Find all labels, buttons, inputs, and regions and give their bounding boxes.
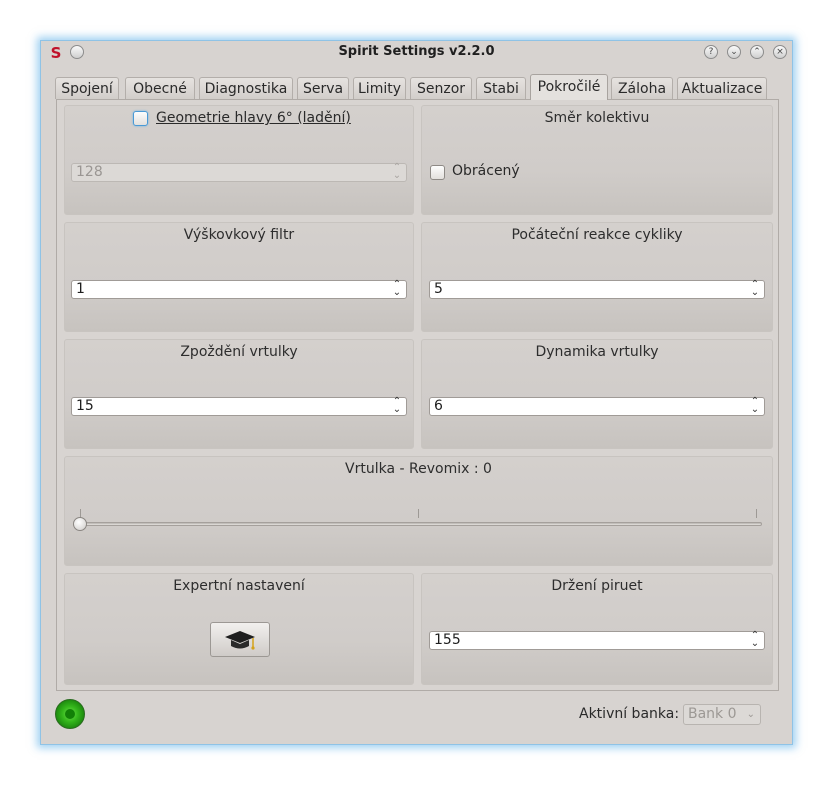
- rudder-delay-spinbox[interactable]: 15 ⌃ ⌄: [71, 397, 407, 416]
- spin-arrows-icon[interactable]: ⌃ ⌄: [392, 397, 402, 415]
- height-filter-title: Výškovkový filtr: [183, 227, 295, 243]
- help-button[interactable]: ?: [704, 45, 718, 59]
- head-geometry-spinbox: 128 ⌃ ⌄: [71, 163, 407, 182]
- spin-arrows-icon[interactable]: ⌃ ⌄: [750, 397, 760, 415]
- collective-reversed-label[interactable]: Obrácený: [452, 163, 520, 179]
- group-pirouette: Držení piruet 155 ⌃ ⌄: [421, 573, 773, 685]
- rudder-dynamics-value: 6: [434, 398, 443, 414]
- window-title: Spirit Settings v2.2.0: [338, 44, 495, 59]
- group-height-filter: Výškovkový filtr 1 ⌃ ⌄: [64, 222, 414, 332]
- minimize-button[interactable]: ⌄: [727, 45, 741, 59]
- group-revomix: Vrtulka - Revomix : 0: [64, 456, 773, 566]
- group-rudder-delay: Zpoždění vrtulky 15 ⌃ ⌄: [64, 339, 414, 449]
- tab-stabi[interactable]: Stabi: [476, 77, 526, 99]
- rudder-dynamics-spinbox[interactable]: 6 ⌃ ⌄: [429, 397, 765, 416]
- cyclic-reaction-title: Počáteční reakce cykliky: [511, 227, 683, 243]
- tab-pokrocile[interactable]: Pokročilé: [530, 74, 608, 100]
- slider-tick: [418, 509, 419, 518]
- cyclic-reaction-value: 5: [434, 281, 443, 297]
- head-geometry-label[interactable]: Geometrie hlavy 6° (ladění): [156, 110, 351, 126]
- group-cyclic-reaction: Počáteční reakce cykliky 5 ⌃ ⌄: [421, 222, 773, 332]
- collective-title: Směr kolektivu: [544, 110, 650, 126]
- maximize-button[interactable]: ⌃: [750, 45, 764, 59]
- slider-tick: [756, 509, 757, 518]
- tab-content-panel: Geometrie hlavy 6° (ladění) 128 ⌃ ⌄ Směr …: [56, 99, 779, 691]
- tab-limity[interactable]: Limity: [353, 77, 406, 99]
- main-window: S Spirit Settings v2.2.0 ? ⌄ ⌃ × Spojení…: [40, 40, 793, 745]
- group-head-geometry: Geometrie hlavy 6° (ladění) 128 ⌃ ⌄: [64, 105, 414, 215]
- spin-arrows-icon[interactable]: ⌃ ⌄: [750, 280, 760, 298]
- pirouette-spinbox[interactable]: 155 ⌃ ⌄: [429, 631, 765, 650]
- revomix-title: Vrtulka - Revomix : 0: [345, 461, 492, 477]
- connection-status-led: [55, 699, 85, 729]
- tab-obecne[interactable]: Obecné: [125, 77, 195, 99]
- close-button[interactable]: ×: [773, 45, 787, 59]
- cyclic-reaction-spinbox[interactable]: 5 ⌃ ⌄: [429, 280, 765, 299]
- title-bar[interactable]: S Spirit Settings v2.2.0 ? ⌄ ⌃ ×: [41, 41, 792, 67]
- spin-arrows-icon[interactable]: ⌃ ⌄: [750, 631, 760, 649]
- tab-spojeni[interactable]: Spojení: [55, 77, 119, 99]
- revomix-slider-handle[interactable]: [73, 517, 87, 531]
- collective-reversed-checkbox[interactable]: [430, 165, 445, 180]
- height-filter-spinbox[interactable]: 1 ⌃ ⌄: [71, 280, 407, 299]
- rudder-delay-value: 15: [76, 398, 94, 414]
- chevron-down-icon: ⌄: [746, 709, 755, 720]
- active-bank-value: Bank 0: [688, 706, 737, 722]
- pirouette-value: 155: [434, 632, 461, 648]
- tab-aktualizace[interactable]: Aktualizace: [677, 77, 767, 99]
- rudder-dynamics-title: Dynamika vrtulky: [535, 344, 659, 360]
- spin-arrows-icon[interactable]: ⌃ ⌄: [392, 280, 402, 298]
- revomix-slider-track[interactable]: [75, 522, 762, 526]
- graduation-cap-icon: [225, 631, 255, 650]
- head-geometry-checkbox[interactable]: [133, 111, 148, 126]
- tab-serva[interactable]: Serva: [297, 77, 349, 99]
- tab-senzor[interactable]: Senzor: [410, 77, 472, 99]
- group-collective: Směr kolektivu Obrácený: [421, 105, 773, 215]
- tab-diagnostika[interactable]: Diagnostika: [199, 77, 293, 99]
- tab-zaloha[interactable]: Záloha: [611, 77, 673, 99]
- rudder-delay-title: Zpoždění vrtulky: [180, 344, 298, 360]
- pirouette-title: Držení piruet: [551, 578, 643, 594]
- group-expert: Expertní nastavení: [64, 573, 414, 685]
- height-filter-value: 1: [76, 281, 85, 297]
- expert-title: Expertní nastavení: [173, 578, 305, 594]
- head-geometry-value: 128: [76, 164, 103, 180]
- expert-settings-button[interactable]: [210, 622, 270, 657]
- active-bank-label: Aktivní banka:: [579, 706, 680, 722]
- active-bank-select[interactable]: Bank 0 ⌄: [683, 704, 761, 725]
- spin-arrows-icon: ⌃ ⌄: [392, 162, 402, 181]
- group-rudder-dynamics: Dynamika vrtulky 6 ⌃ ⌄: [421, 339, 773, 449]
